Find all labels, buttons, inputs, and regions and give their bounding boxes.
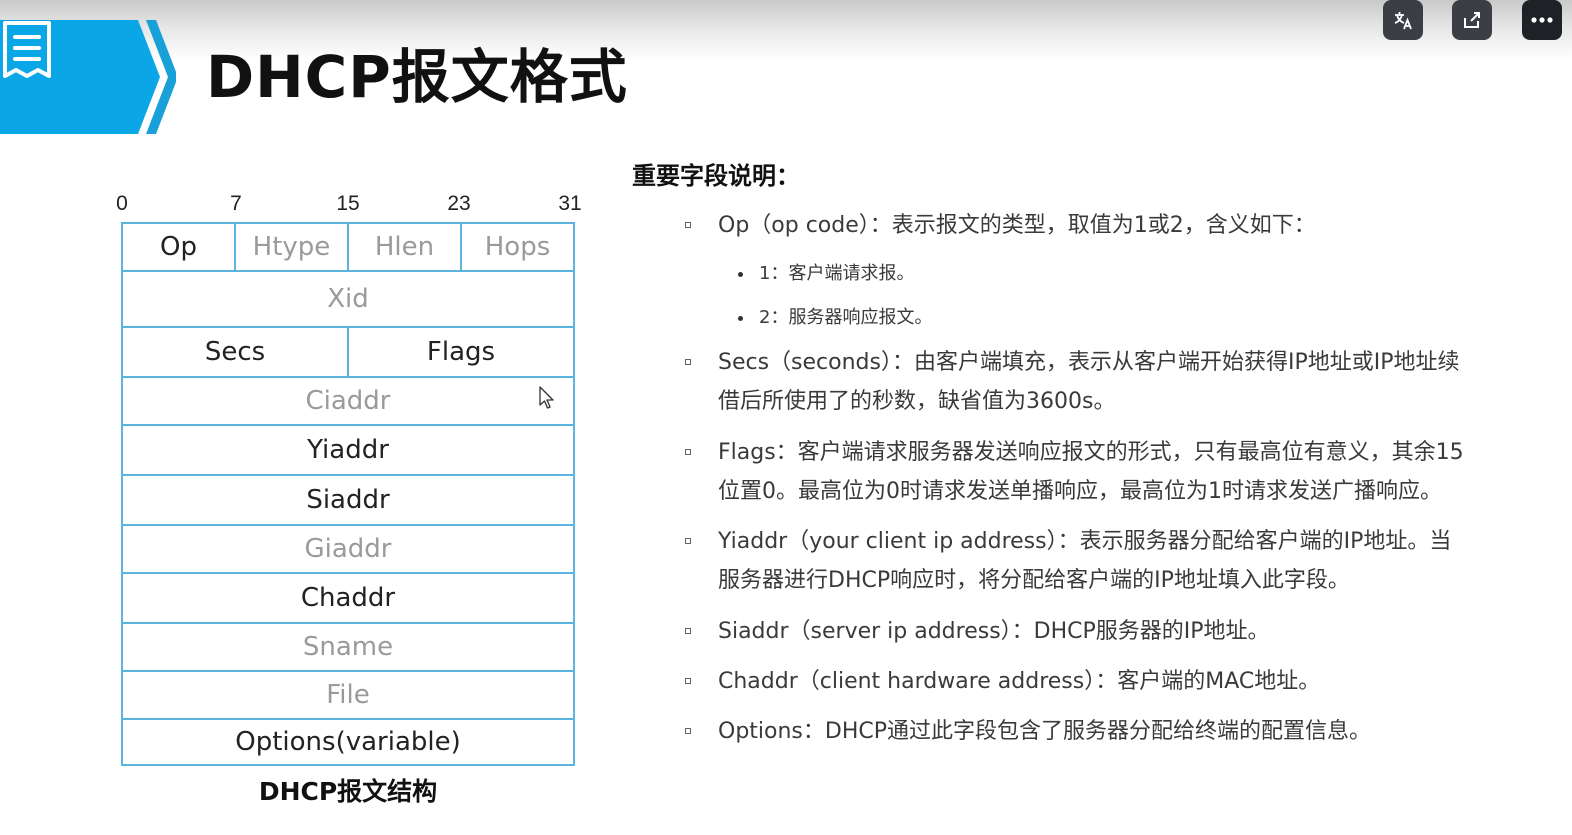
packet-row: Chaddr [123, 572, 573, 622]
desc-siaddr: Siaddr（server ip address）：DHCP服务器的IP地址。 [718, 619, 1270, 644]
share-icon [1464, 12, 1480, 28]
packet-row: Ciaddr [123, 376, 573, 424]
packet-field-secs: Secs [204, 337, 266, 367]
packet-field-ciaddr: Ciaddr [305, 386, 391, 416]
bullet-marker [685, 628, 695, 638]
desc-yiaddr: Yiaddr（your client ip address）：表示服务器分配给客… [718, 522, 1518, 600]
bit-position-label: 23 [447, 192, 471, 215]
packet-field-yiaddr: Yiaddr [307, 435, 389, 465]
bullet-marker [685, 538, 695, 548]
desc-options: Options：DHCP通过此字段包含了服务器分配给终端的配置信息。 [718, 719, 1371, 744]
packet-row: Yiaddr [123, 424, 573, 474]
packet-field-file: File [326, 680, 370, 710]
diagram-caption: DHCP报文结构 [258, 777, 438, 806]
packet-field-flags: Flags [347, 328, 573, 376]
desc-secs: Secs（seconds）：由客户端填充，表示从客户端开始获得IP地址或IP地址… [718, 343, 1518, 421]
packet-field-htype: Htype [234, 224, 347, 270]
more-button[interactable] [1522, 0, 1562, 40]
packet-field-hlen: Hlen [347, 224, 460, 270]
packet-field-chaddr: Chaddr [300, 583, 396, 613]
packet-row: Siaddr [123, 474, 573, 524]
bullet-marker [685, 449, 695, 459]
mouse-cursor-icon [539, 386, 554, 409]
fields-heading: 重要字段说明： [632, 162, 800, 190]
desc-line: Secs（seconds）：由客户端填充，表示从客户端开始获得IP地址或IP地址… [718, 350, 1460, 375]
more-icon [1531, 17, 1553, 23]
bit-position-label: 15 [336, 192, 360, 215]
dot-marker [738, 315, 743, 321]
desc-line: Flags：客户端请求服务器发送响应报文的形式，只有最高位有意义，其余15 [718, 440, 1464, 465]
translate-icon [1394, 12, 1412, 30]
bullet-marker [685, 728, 695, 738]
desc-flags: Flags：客户端请求服务器发送响应报文的形式，只有最高位有意义，其余15 位置0… [718, 433, 1518, 511]
op-sub-text: 2：服务器响应报文。 [759, 307, 933, 328]
op-sub-text: 1：客户端请求报。 [759, 263, 915, 284]
bit-position-label: 0 [116, 192, 128, 215]
packet-row: Options(variable) [123, 718, 573, 766]
packet-row: Xid [123, 270, 573, 326]
title-banner [0, 20, 176, 134]
packet-field-giaddr: Giaddr [304, 534, 392, 564]
desc-line: Yiaddr（your client ip address）：表示服务器分配给客… [718, 529, 1452, 554]
desc-line: 服务器进行DHCP响应时，将分配给客户端的IP地址填入此字段。 [718, 568, 1350, 593]
packet-row: Sname [123, 622, 573, 670]
bit-position-label: 31 [558, 192, 582, 215]
packet-row: File [123, 670, 573, 718]
desc-line: 位置0。最高位为0时请求发送单播响应，最高位为1时请求发送广播响应。 [718, 479, 1442, 504]
desc-chaddr: Chaddr（client hardware address）：客户端的MAC地… [718, 669, 1321, 694]
desc-op: Op（op code）：表示报文的类型，取值为1或2，含义如下： [718, 213, 1316, 238]
packet-field-options-variable: Options(variable) [235, 727, 461, 757]
bit-position-label: 7 [230, 192, 242, 215]
packet-field-sname: Sname [302, 632, 394, 662]
dhcp-packet-diagram: Op Htype Hlen Hops Xid Secs Flags Ciaddr Yiaddr S… [121, 222, 575, 766]
op-sub-item: 2：服务器响应报文。 [738, 303, 932, 329]
packet-row: Op Htype Hlen Hops [123, 222, 573, 270]
packet-field-siaddr: Siaddr [306, 485, 390, 515]
bullet-marker [685, 359, 695, 369]
share-button[interactable] [1452, 0, 1492, 40]
document-icon [3, 21, 51, 78]
packet-row: Secs Flags [123, 326, 573, 376]
dot-marker [738, 271, 743, 277]
slide-title: DHCP报文格式 [206, 43, 628, 111]
desc-line: 借后所使用了的秒数，缺省值为3600s。 [718, 389, 1116, 414]
bullet-marker [685, 678, 695, 688]
packet-field-xid: Xid [327, 284, 369, 314]
bullet-marker [685, 222, 695, 232]
packet-row: Giaddr [123, 524, 573, 572]
translate-button[interactable] [1383, 0, 1423, 40]
packet-field-op: Op [160, 232, 197, 262]
packet-field-hops: Hops [460, 224, 573, 270]
op-sub-item: 1：客户端请求报。 [738, 259, 914, 285]
